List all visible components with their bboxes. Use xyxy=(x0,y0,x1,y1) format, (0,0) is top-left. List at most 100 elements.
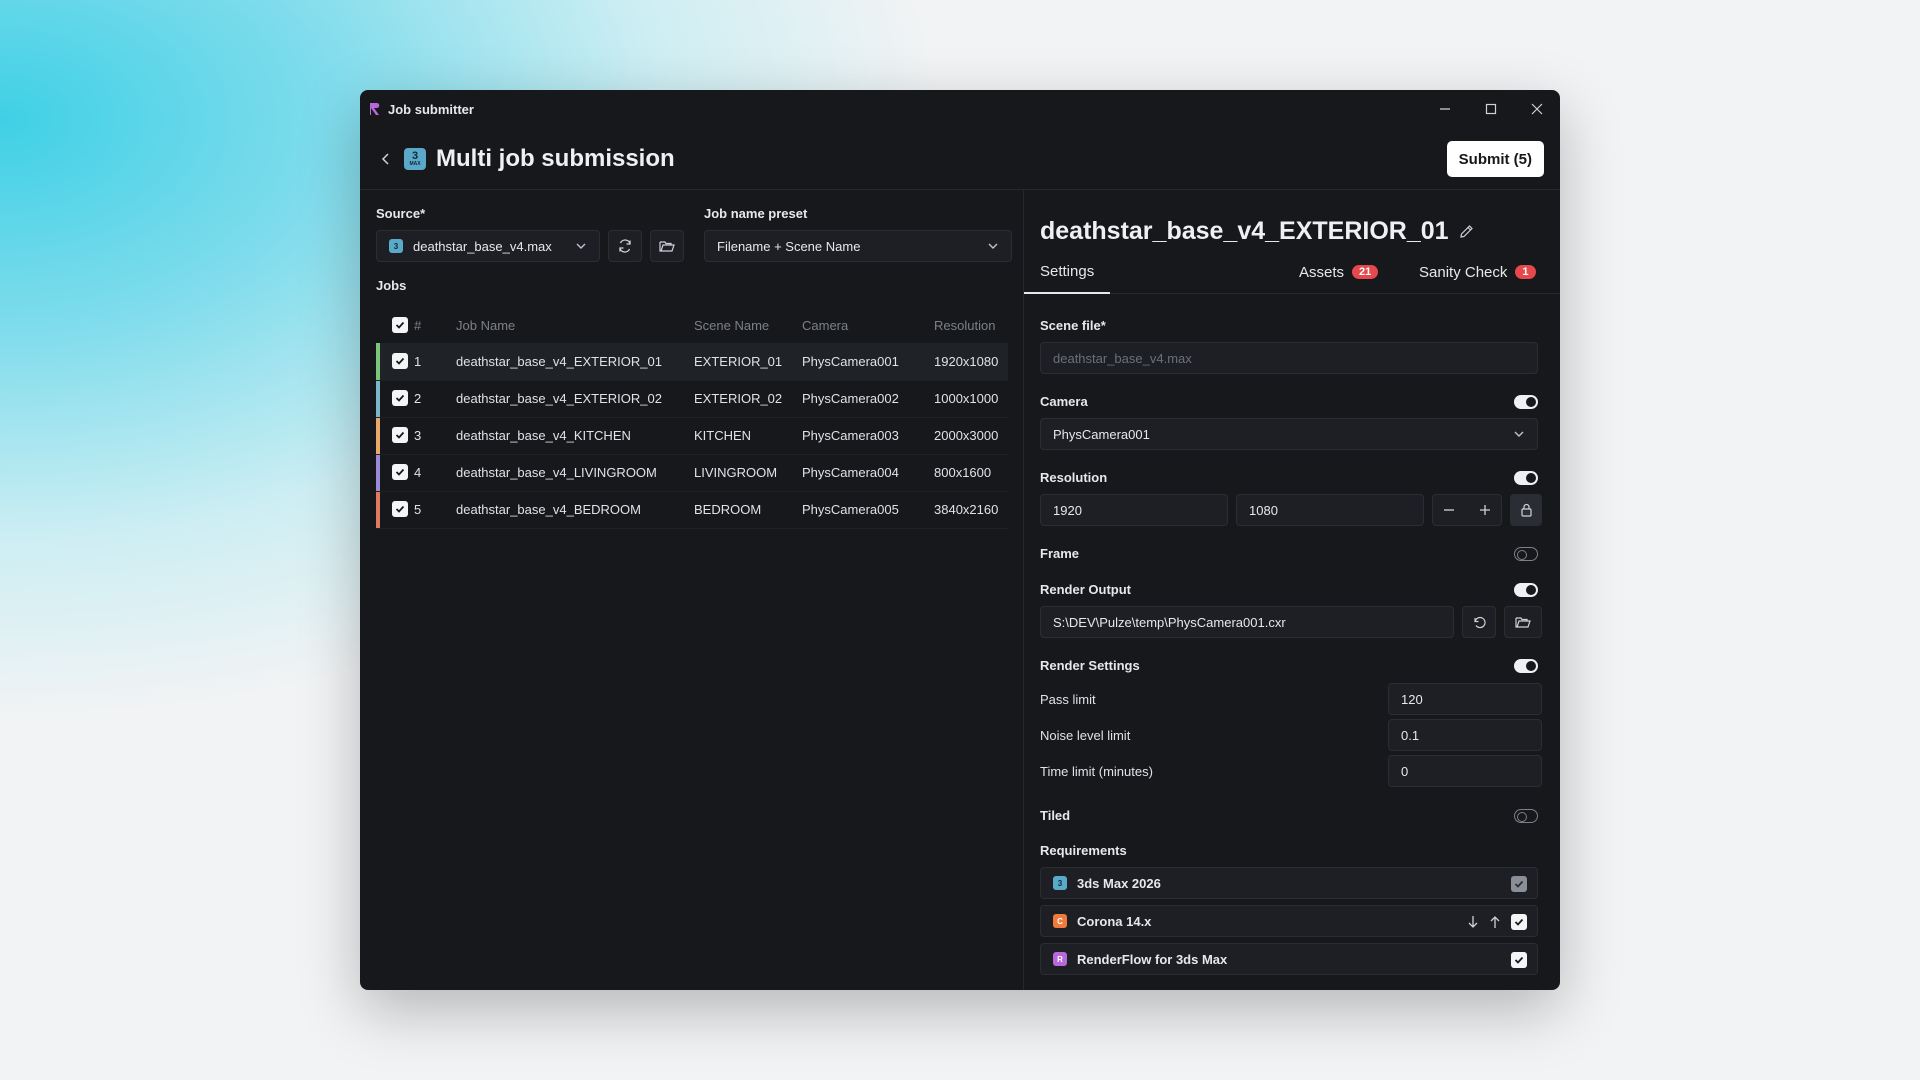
job-name: deathstar_base_v4_KITCHEN xyxy=(456,417,694,455)
jobs-label: Jobs xyxy=(376,278,407,293)
check-icon xyxy=(1514,918,1524,926)
row-checkbox[interactable] xyxy=(392,390,408,406)
3dsmax-icon: 3 MAX xyxy=(404,147,426,170)
minimize-button[interactable] xyxy=(1422,90,1468,128)
open-folder-button[interactable] xyxy=(650,230,684,262)
col-camera[interactable]: Camera xyxy=(802,307,934,343)
frame-toggle[interactable] xyxy=(1514,547,1538,561)
close-button[interactable] xyxy=(1514,90,1560,128)
job-number: 3 xyxy=(414,417,456,455)
window-title: Job submitter xyxy=(388,101,474,117)
render-settings-toggle[interactable] xyxy=(1514,659,1538,673)
requirement-checkbox[interactable] xyxy=(1511,952,1527,968)
renderflow-icon: R xyxy=(1053,952,1067,966)
job-resolution: 1920x1080 xyxy=(934,343,1008,381)
row-checkbox[interactable] xyxy=(392,464,408,480)
tab-settings[interactable]: Settings xyxy=(1024,250,1111,294)
table-row[interactable]: 1 deathstar_base_v4_EXTERIOR_01 EXTERIOR_0… xyxy=(376,343,1008,381)
page-title: Multi job submission xyxy=(436,144,675,172)
3dsmax-icon-text: MAX xyxy=(409,160,421,167)
resolution-stepper xyxy=(1432,494,1502,526)
row-checkbox-cell xyxy=(380,454,414,492)
camera-value: PhysCamera001 xyxy=(1053,426,1150,442)
3dsmax-file-icon: 3 xyxy=(389,239,403,253)
preset-select[interactable]: Filename + Scene Name xyxy=(704,230,1012,262)
job-name: deathstar_base_v4_LIVINGROOM xyxy=(456,454,694,492)
requirement-name: RenderFlow for 3ds Max xyxy=(1077,951,1228,967)
tab-sanity-label: Sanity Check xyxy=(1419,263,1508,281)
render-output-toggle[interactable] xyxy=(1514,583,1538,597)
check-icon xyxy=(395,394,405,402)
row-checkbox-cell xyxy=(380,380,414,418)
time-limit-label: Time limit (minutes) xyxy=(1040,764,1153,779)
table-row[interactable]: 2 deathstar_base_v4_EXTERIOR_02 EXTERIOR_0… xyxy=(376,380,1008,418)
render-output-input[interactable]: S:\DEV\Pulze\temp\PhysCamera001.cxr xyxy=(1040,606,1454,638)
check-icon xyxy=(395,357,405,365)
refresh-button[interactable] xyxy=(608,230,642,262)
title-bar: Job submitter xyxy=(360,90,1560,128)
job-camera: PhysCamera005 xyxy=(802,491,934,529)
row-checkbox[interactable] xyxy=(392,352,408,369)
tiled-label: Tiled xyxy=(1040,808,1071,823)
requirement-checkbox-disabled xyxy=(1511,876,1527,892)
render-settings-label: Render Settings xyxy=(1040,658,1140,673)
camera-select[interactable]: PhysCamera001 xyxy=(1040,418,1538,450)
3dsmax-icon-number: 3 xyxy=(411,149,419,162)
row-checkbox[interactable] xyxy=(392,427,408,443)
back-button[interactable] xyxy=(376,149,396,169)
noise-limit-input[interactable]: 0.1 xyxy=(1388,719,1542,751)
maximize-button[interactable] xyxy=(1468,90,1514,128)
arrow-down-icon[interactable] xyxy=(1467,915,1479,929)
job-camera: PhysCamera002 xyxy=(802,380,934,418)
resolution-toggle[interactable] xyxy=(1514,471,1538,485)
browse-output-button[interactable] xyxy=(1504,606,1542,638)
row-checkbox-cell xyxy=(380,417,414,455)
row-checkbox-cell xyxy=(380,491,414,529)
time-limit-input[interactable]: 0 xyxy=(1388,755,1542,787)
col-number[interactable]: # xyxy=(414,307,456,343)
requirement-checkbox[interactable] xyxy=(1511,914,1527,930)
requirements-label: Requirements xyxy=(1040,843,1127,858)
job-camera: PhysCamera004 xyxy=(802,454,934,492)
col-job-name[interactable]: Job Name xyxy=(456,307,694,343)
table-row[interactable]: 3 deathstar_base_v4_KITCHEN KITCHEN PhysCam… xyxy=(376,417,1008,455)
resolution-height-input[interactable]: 1080 xyxy=(1236,494,1424,526)
col-scene-name[interactable]: Scene Name xyxy=(694,307,802,343)
camera-toggle[interactable] xyxy=(1514,395,1538,409)
undo-icon xyxy=(1474,616,1486,629)
pencil-icon[interactable] xyxy=(1459,224,1474,239)
scene-file-label: Scene file* xyxy=(1040,318,1106,333)
render-output-label: Render Output xyxy=(1040,582,1131,597)
arrow-up-icon[interactable] xyxy=(1489,915,1501,929)
plus-icon[interactable] xyxy=(1479,504,1491,516)
corona-icon: C xyxy=(1053,914,1067,928)
job-resolution: 2000x3000 xyxy=(934,417,1008,455)
job-detail-panel: deathstar_base_v4_EXTERIOR_01 Settings A… xyxy=(1024,190,1560,990)
check-icon xyxy=(1514,956,1524,964)
check-icon xyxy=(395,468,405,476)
requirement-corona: C Corona 14.x xyxy=(1040,905,1538,937)
select-all-checkbox[interactable] xyxy=(392,316,408,333)
tab-assets-label: Assets xyxy=(1299,263,1345,281)
pass-limit-label: Pass limit xyxy=(1040,692,1096,707)
col-resolution[interactable]: Resolution xyxy=(934,307,1008,343)
row-checkbox[interactable] xyxy=(392,501,408,517)
refresh-icon xyxy=(619,239,631,253)
tab-sanity-check[interactable]: Sanity Check 1 xyxy=(1419,250,1536,294)
pass-limit-input[interactable]: 120 xyxy=(1388,683,1542,715)
aspect-lock-button[interactable] xyxy=(1510,494,1542,526)
reset-output-button[interactable] xyxy=(1462,606,1496,638)
chevron-left-icon xyxy=(381,152,389,165)
resolution-width-input[interactable]: 1920 xyxy=(1040,494,1228,526)
submit-button[interactable]: Submit (5) xyxy=(1446,141,1544,177)
job-camera: PhysCamera001 xyxy=(802,343,934,381)
table-row[interactable]: 5 deathstar_base_v4_BEDROOM BEDROOM PhysCam… xyxy=(376,491,1008,529)
table-row[interactable]: 4 deathstar_base_v4_LIVINGROOM LIVINGROOM P… xyxy=(376,454,1008,492)
minus-icon[interactable] xyxy=(1443,504,1455,516)
assets-count-badge: 21 xyxy=(1352,265,1379,279)
tiled-toggle[interactable] xyxy=(1514,809,1538,823)
job-name: deathstar_base_v4_EXTERIOR_02 xyxy=(456,380,694,418)
jobs-panel: Source* 3 deathstar_base_v4.max Job name… xyxy=(360,190,1024,990)
source-select[interactable]: 3 deathstar_base_v4.max xyxy=(376,230,600,262)
tab-assets[interactable]: Assets 21 xyxy=(1299,250,1379,294)
